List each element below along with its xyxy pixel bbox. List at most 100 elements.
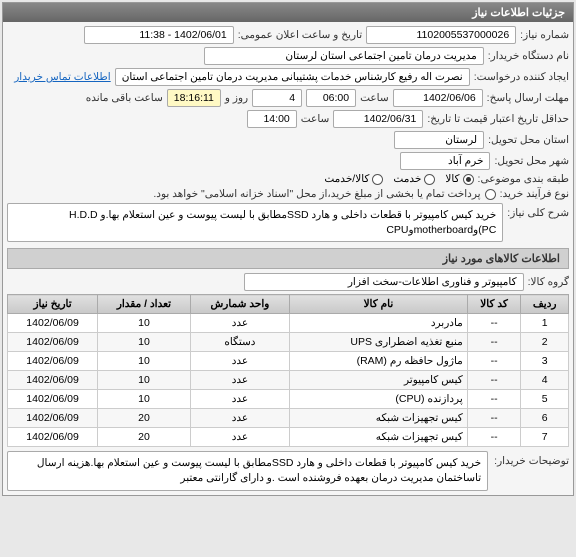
table-cell: منبع تغذیه اضطراری UPS (290, 333, 468, 352)
table-cell: -- (467, 352, 521, 371)
table-cell: 2 (521, 333, 569, 352)
radio-dot-icon (372, 174, 383, 185)
process-note: پرداخت تمام یا بخشی از مبلغ خرید،از محل … (153, 188, 480, 200)
desc-label: شرح کلی نیاز: (507, 203, 569, 219)
table-cell: عدد (190, 409, 289, 428)
table-cell: -- (467, 409, 521, 428)
table-cell: -- (467, 314, 521, 333)
table-row[interactable]: 2--منبع تغذیه اضطراری UPSدستگاه101402/06… (8, 333, 569, 352)
radio-goods[interactable]: کالا (445, 173, 473, 185)
table-cell: 7 (521, 428, 569, 447)
table-row[interactable]: 5--پردازنده (CPU)عدد101402/06/09 (8, 390, 569, 409)
table-cell: عدد (190, 314, 289, 333)
buyer-label: نام دستگاه خریدار: (488, 50, 569, 62)
announce-field: 1402/06/01 - 11:38 (84, 26, 234, 44)
remain-days: 4 (252, 89, 302, 107)
table-cell: 10 (98, 390, 191, 409)
province-field: لرستان (394, 131, 484, 149)
need-no-field: 1102005537000026 (366, 26, 516, 44)
table-cell: 10 (98, 333, 191, 352)
table-cell: عدد (190, 352, 289, 371)
valid-date: 1402/06/31 (333, 110, 423, 128)
group-field: کامپیوتر و فناوری اطلاعات-سخت افزار (244, 273, 524, 291)
table-header: کد کالا (467, 295, 521, 314)
table-row[interactable]: 4--کیس کامپیوترعدد101402/06/09 (8, 371, 569, 390)
deadline-date: 1402/06/06 (393, 89, 483, 107)
buyer-field: مدیریت درمان تامین اجتماعی استان لرستان (204, 47, 484, 65)
creator-field: نصرت اله رفیع کارشناس خدمات پشتیبانی مدی… (115, 68, 470, 86)
notes-field: خرید کیس کامپیوتر با قطعات داخلی و هارد … (7, 451, 488, 490)
table-header: تعداد / مقدار (98, 295, 191, 314)
table-cell: عدد (190, 390, 289, 409)
table-cell: عدد (190, 371, 289, 390)
process-radio[interactable] (485, 189, 496, 200)
table-cell: 1402/06/09 (8, 352, 98, 371)
items-table: ردیفکد کالانام کالاواحد شمارشتعداد / مقد… (7, 294, 569, 447)
notes-label: توضیحات خریدار: (494, 451, 569, 467)
table-cell: 10 (98, 314, 191, 333)
creator-label: ایجاد کننده درخواست: (474, 71, 569, 83)
process-label: نوع فرآیند خرید: (500, 188, 569, 200)
remain-time-label: ساعت باقی مانده (86, 92, 163, 104)
table-cell: 1402/06/09 (8, 371, 98, 390)
table-cell: 1402/06/09 (8, 314, 98, 333)
table-row[interactable]: 1--مادربردعدد101402/06/09 (8, 314, 569, 333)
table-row[interactable]: 6--کیس تجهیزات شبکهعدد201402/06/09 (8, 409, 569, 428)
table-header: تاریخ نیاز (8, 295, 98, 314)
table-cell: -- (467, 390, 521, 409)
table-cell: 10 (98, 352, 191, 371)
panel-title: جزئیات اطلاعات نیاز (3, 3, 573, 22)
table-cell: 4 (521, 371, 569, 390)
table-cell: 1 (521, 314, 569, 333)
table-cell: مادربرد (290, 314, 468, 333)
table-cell: دستگاه (190, 333, 289, 352)
city-label: شهر محل تحویل: (494, 155, 569, 167)
valid-time: 14:00 (247, 110, 297, 128)
radio-dot-icon (485, 189, 496, 200)
table-cell: 10 (98, 371, 191, 390)
remain-days-label: روز و (225, 92, 248, 104)
need-no-label: شماره نیاز: (520, 29, 569, 41)
table-cell: 3 (521, 352, 569, 371)
table-cell: ماژول حافظه رم (RAM) (290, 352, 468, 371)
table-cell: 20 (98, 428, 191, 447)
table-cell: 1402/06/09 (8, 409, 98, 428)
table-cell: -- (467, 428, 521, 447)
table-header: ردیف (521, 295, 569, 314)
deadline-label: مهلت ارسال پاسخ: (487, 92, 569, 104)
city-field: خرم آباد (400, 152, 490, 170)
contact-link[interactable]: اطلاعات تماس خریدار (14, 71, 110, 83)
group-label: گروه کالا: (528, 276, 569, 288)
table-cell: 1402/06/09 (8, 390, 98, 409)
table-cell: کیس کامپیوتر (290, 371, 468, 390)
table-cell: -- (467, 333, 521, 352)
table-row[interactable]: 3--ماژول حافظه رم (RAM)عدد101402/06/09 (8, 352, 569, 371)
table-cell: 5 (521, 390, 569, 409)
table-cell: پردازنده (CPU) (290, 390, 468, 409)
table-cell: کیس تجهیزات شبکه (290, 428, 468, 447)
table-cell: -- (467, 371, 521, 390)
province-label: استان محل تحویل: (488, 134, 569, 146)
category-label: طبقه بندی موضوعی: (478, 173, 569, 185)
radio-dot-icon (424, 174, 435, 185)
table-cell: 1402/06/09 (8, 333, 98, 352)
desc-field: خرید کیس کامپیوتر با قطعات داخلی و هارد … (7, 203, 503, 242)
category-radios: کالا خدمت کالا/خدمت (324, 173, 473, 185)
deadline-time-label: ساعت (360, 92, 389, 104)
items-header: اطلاعات کالاهای مورد نیاز (7, 248, 569, 269)
radio-service[interactable]: خدمت (393, 173, 435, 185)
table-cell: 20 (98, 409, 191, 428)
panel-body: شماره نیاز: 1102005537000026 تاریخ و ساع… (3, 22, 573, 495)
table-cell: 6 (521, 409, 569, 428)
table-header: واحد شمارش (190, 295, 289, 314)
radio-goods-service[interactable]: کالا/خدمت (324, 173, 383, 185)
valid-label: حداقل تاریخ اعتبار قیمت تا تاریخ: (427, 113, 569, 125)
announce-label: تاریخ و ساعت اعلان عمومی: (238, 29, 362, 41)
table-cell: 1402/06/09 (8, 428, 98, 447)
table-cell: عدد (190, 428, 289, 447)
valid-time-label: ساعت (301, 113, 330, 125)
remain-time: 18:16:11 (167, 89, 221, 107)
radio-dot-icon (463, 174, 474, 185)
need-details-panel: جزئیات اطلاعات نیاز شماره نیاز: 11020055… (2, 2, 574, 496)
table-row[interactable]: 7--کیس تجهیزات شبکهعدد201402/06/09 (8, 428, 569, 447)
